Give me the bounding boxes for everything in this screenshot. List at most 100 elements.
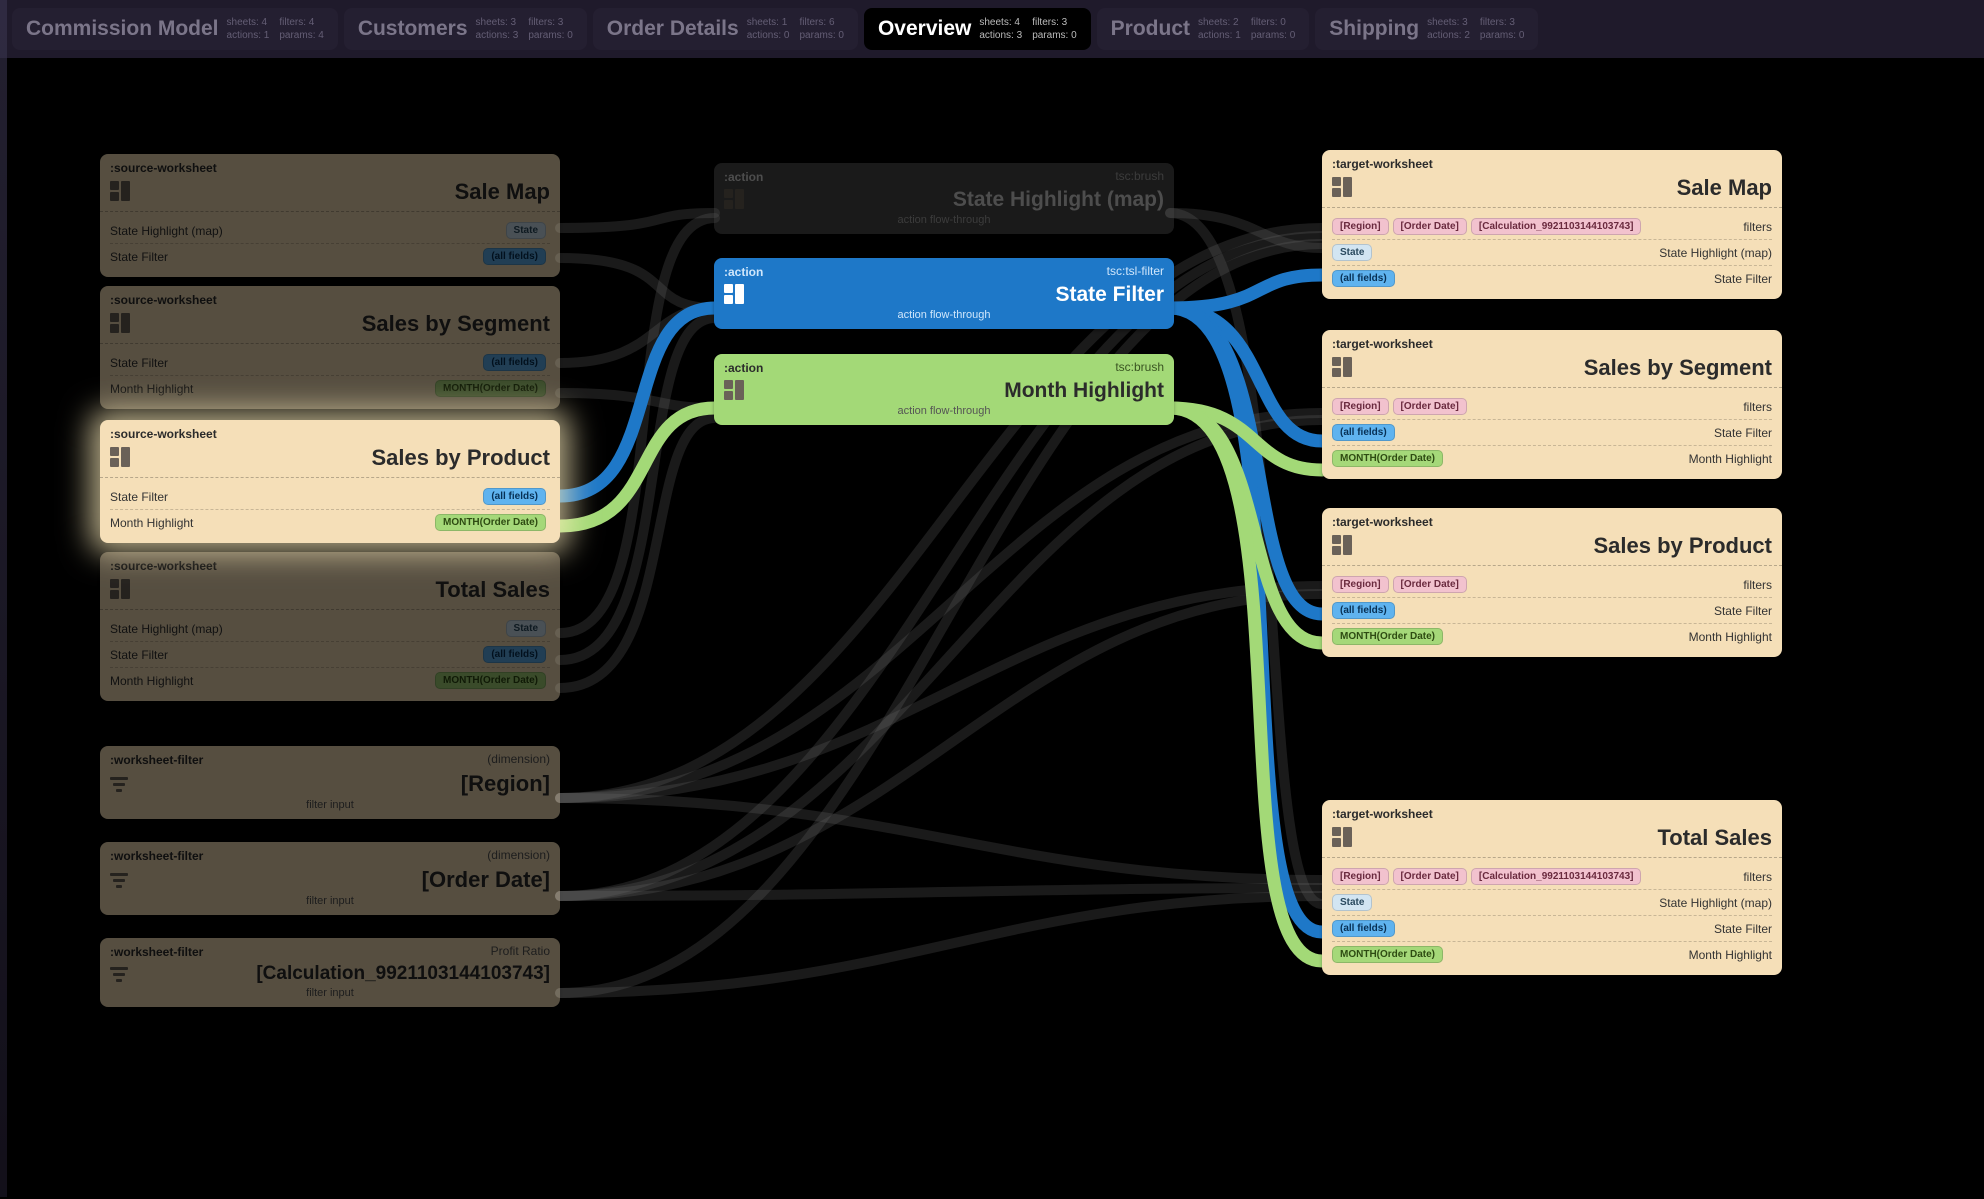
worksheet-filter-calculation[interactable]: :worksheet-filter Profit Ratio [Calculat… bbox=[100, 938, 560, 1007]
node-subtitle: action flow-through bbox=[724, 405, 1164, 417]
node-row: [Region][Order Date][Calculation_9921103… bbox=[1332, 864, 1772, 889]
node-row: MONTH(Order Date) Month Highlight bbox=[1332, 445, 1772, 471]
node-row: State State Highlight (map) bbox=[1332, 239, 1772, 265]
source-worksheet-sales-by-product[interactable]: :source-worksheet Sales by Product State… bbox=[100, 420, 560, 543]
worksheet-filter-order-date[interactable]: :worksheet-filter (dimension) [Order Dat… bbox=[100, 842, 560, 915]
worksheet-icon bbox=[110, 313, 132, 335]
tab-meta: sheets: 4filters: 3 actions: 3params: 0 bbox=[979, 16, 1076, 42]
tab-label: Product bbox=[1111, 17, 1190, 41]
action-month-highlight[interactable]: :action tsc:brush Month Highlight action… bbox=[714, 354, 1174, 425]
node-type: :target-worksheet bbox=[1332, 515, 1433, 529]
worksheet-filter-region[interactable]: :worksheet-filter (dimension) [Region] f… bbox=[100, 746, 560, 819]
node-row: (all fields) State Filter bbox=[1332, 597, 1772, 623]
dashboard-tabs: Commission Model sheets: 4filters: 4 act… bbox=[0, 0, 1984, 58]
tab-customers[interactable]: Customers sheets: 3filters: 3 actions: 3… bbox=[344, 8, 587, 50]
node-title: Month Highlight bbox=[746, 379, 1164, 403]
node-title: State Filter bbox=[746, 283, 1164, 307]
tab-product[interactable]: Product sheets: 2filters: 0 actions: 1pa… bbox=[1097, 8, 1310, 50]
node-row: State Filter(all fields) bbox=[110, 641, 550, 667]
node-row: MONTH(Order Date) Month Highlight bbox=[1332, 623, 1772, 649]
target-worksheet-total-sales[interactable]: :target-worksheet Total Sales [Region][O… bbox=[1322, 800, 1782, 975]
tab-commission-model[interactable]: Commission Model sheets: 4filters: 4 act… bbox=[12, 8, 338, 50]
tab-meta: sheets: 3filters: 3 actions: 2params: 0 bbox=[1427, 16, 1524, 42]
target-worksheet-sale-map[interactable]: :target-worksheet Sale Map [Region][Orde… bbox=[1322, 150, 1782, 299]
node-type: :source-worksheet bbox=[110, 161, 217, 175]
source-worksheet-sales-by-segment[interactable]: :source-worksheet Sales by Segment State… bbox=[100, 286, 560, 409]
node-row: [Region][Order Date] filters bbox=[1332, 572, 1772, 597]
worksheet-icon bbox=[1332, 357, 1354, 379]
node-subtype: tsc:brush bbox=[1115, 169, 1164, 183]
filter-icon bbox=[110, 775, 130, 793]
node-type: :action bbox=[724, 361, 763, 375]
filter-icon bbox=[110, 871, 130, 889]
node-subtitle: filter input bbox=[110, 987, 550, 999]
worksheet-icon bbox=[1332, 535, 1354, 557]
node-title: Sales by Product bbox=[1354, 533, 1772, 559]
worksheet-icon bbox=[110, 447, 132, 469]
source-worksheet-sale-map[interactable]: :source-worksheet Sale Map State Highlig… bbox=[100, 154, 560, 277]
node-type: :worksheet-filter bbox=[110, 849, 203, 863]
tab-meta: sheets: 2filters: 0 actions: 1params: 0 bbox=[1198, 16, 1295, 42]
node-row: Month HighlightMONTH(Order Date) bbox=[110, 509, 550, 535]
node-type: :action bbox=[724, 170, 763, 184]
node-type: :source-worksheet bbox=[110, 427, 217, 441]
node-subtitle: action flow-through bbox=[724, 309, 1164, 321]
tab-label: Overview bbox=[878, 17, 971, 41]
node-title: Sales by Product bbox=[132, 445, 550, 471]
node-row: State State Highlight (map) bbox=[1332, 889, 1772, 915]
node-row: Month HighlightMONTH(Order Date) bbox=[110, 667, 550, 693]
node-subtype: tsc:tsl-filter bbox=[1107, 264, 1164, 278]
node-type: :source-worksheet bbox=[110, 559, 217, 573]
worksheet-icon bbox=[724, 189, 746, 211]
node-type: :action bbox=[724, 265, 763, 279]
tab-label: Customers bbox=[358, 17, 468, 41]
tab-order-details[interactable]: Order Details sheets: 1filters: 6 action… bbox=[593, 8, 858, 50]
node-row: State Filter(all fields) bbox=[110, 484, 550, 509]
flow-canvas[interactable]: :source-worksheet Sale Map State Highlig… bbox=[0, 58, 1984, 1199]
node-title: State Highlight (map) bbox=[746, 188, 1164, 212]
tab-meta: sheets: 1filters: 6 actions: 0params: 0 bbox=[747, 16, 844, 42]
node-subtype: (dimension) bbox=[487, 752, 550, 766]
target-worksheet-sales-by-product[interactable]: :target-worksheet Sales by Product [Regi… bbox=[1322, 508, 1782, 657]
node-title: Sale Map bbox=[132, 179, 550, 205]
node-row: State Filter(all fields) bbox=[110, 350, 550, 375]
node-subtitle: action flow-through bbox=[724, 214, 1164, 226]
tab-label: Order Details bbox=[607, 17, 739, 41]
action-state-filter[interactable]: :action tsc:tsl-filter State Filter acti… bbox=[714, 258, 1174, 329]
node-row: MONTH(Order Date) Month Highlight bbox=[1332, 941, 1772, 967]
tab-shipping[interactable]: Shipping sheets: 3filters: 3 actions: 2p… bbox=[1315, 8, 1538, 50]
node-subtype: tsc:brush bbox=[1115, 360, 1164, 374]
node-row: State Highlight (map)State bbox=[110, 616, 550, 641]
node-title: Total Sales bbox=[132, 577, 550, 603]
tab-label: Shipping bbox=[1329, 17, 1419, 41]
action-state-highlight[interactable]: :action tsc:brush State Highlight (map) … bbox=[714, 163, 1174, 234]
node-subtype: (dimension) bbox=[487, 848, 550, 862]
node-row: State Highlight (map)State bbox=[110, 218, 550, 243]
node-title: Sales by Segment bbox=[132, 311, 550, 337]
worksheet-icon bbox=[724, 380, 746, 402]
tab-meta: sheets: 3filters: 3 actions: 3params: 0 bbox=[476, 16, 573, 42]
node-title: [Region] bbox=[130, 771, 550, 797]
node-title: Sale Map bbox=[1354, 175, 1772, 201]
worksheet-icon bbox=[724, 284, 746, 306]
filter-icon bbox=[110, 965, 130, 983]
source-worksheet-total-sales[interactable]: :source-worksheet Total Sales State High… bbox=[100, 552, 560, 701]
node-type: :target-worksheet bbox=[1332, 337, 1433, 351]
node-subtype: Profit Ratio bbox=[491, 944, 550, 958]
node-row: [Region][Order Date] filters bbox=[1332, 394, 1772, 419]
node-type: :target-worksheet bbox=[1332, 157, 1433, 171]
node-row: (all fields) State Filter bbox=[1332, 915, 1772, 941]
worksheet-icon bbox=[1332, 177, 1354, 199]
node-title: Total Sales bbox=[1354, 825, 1772, 851]
target-worksheet-sales-by-segment[interactable]: :target-worksheet Sales by Segment [Regi… bbox=[1322, 330, 1782, 479]
node-title: Sales by Segment bbox=[1354, 355, 1772, 381]
node-title: [Order Date] bbox=[130, 867, 550, 893]
node-type: :target-worksheet bbox=[1332, 807, 1433, 821]
tab-label: Commission Model bbox=[26, 17, 219, 41]
node-row: State Filter(all fields) bbox=[110, 243, 550, 269]
worksheet-icon bbox=[1332, 827, 1354, 849]
node-row: [Region][Order Date][Calculation_9921103… bbox=[1332, 214, 1772, 239]
node-row: (all fields) State Filter bbox=[1332, 419, 1772, 445]
tab-overview[interactable]: Overview sheets: 4filters: 3 actions: 3p… bbox=[864, 8, 1091, 50]
worksheet-icon bbox=[110, 579, 132, 601]
